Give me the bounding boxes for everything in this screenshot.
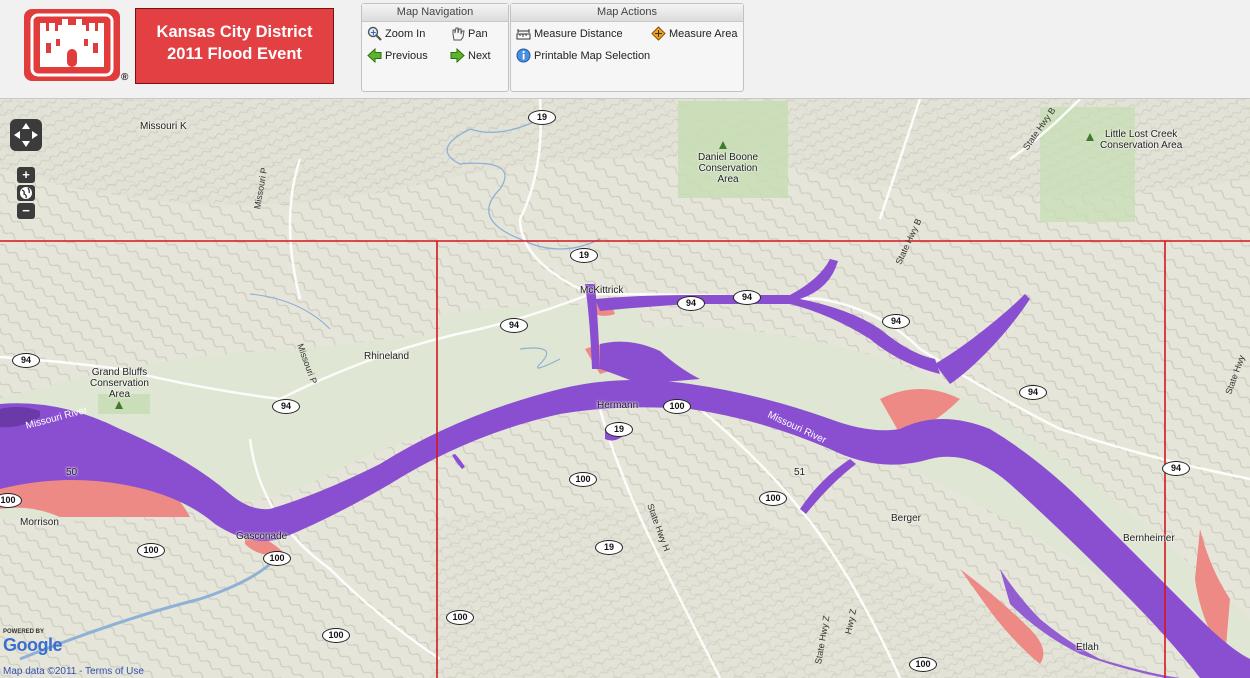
route-shield-100: 100 — [569, 472, 597, 487]
previous-label: Previous — [385, 49, 428, 62]
label-hermann: Hermann — [597, 400, 639, 411]
map-canvas — [0, 99, 1250, 678]
label-51: 51 — [794, 467, 806, 478]
route-shield-94: 94 — [500, 318, 528, 333]
route-shield-100: 100 — [322, 628, 350, 643]
route-shield-100: 100 — [263, 551, 291, 566]
printable-map-tool[interactable]: Printable Map Selection — [516, 48, 650, 63]
map-actions-panel: Map Actions Measure Distance Measure Are… — [510, 3, 744, 92]
measure-area-label: Measure Area — [669, 27, 738, 40]
route-shield-19: 19 — [570, 248, 598, 263]
route-shield-94: 94 — [882, 314, 910, 329]
hand-icon — [450, 26, 465, 41]
pan-control[interactable] — [8, 117, 44, 153]
svg-text:+: + — [370, 28, 377, 37]
route-shield-94: 94 — [733, 290, 761, 305]
next-tool[interactable]: Next — [450, 47, 491, 64]
zoom-in-tool[interactable]: + Zoom In — [367, 26, 425, 41]
label-mckittrick: McKittrick — [580, 285, 624, 296]
route-shield-19: 19 — [605, 422, 633, 437]
header: ® Kansas City District 2011 Flood Event … — [0, 0, 1250, 99]
title-line-2: 2011 Flood Event — [167, 45, 302, 63]
label-berger: Berger — [891, 513, 922, 524]
title-line-1: Kansas City District — [156, 23, 313, 41]
route-shield-94: 94 — [1019, 385, 1047, 400]
label-daniel-boone: Daniel Boone Conservation Area — [698, 152, 759, 185]
route-shield-94: 94 — [1162, 461, 1190, 476]
label-missouri-k: Missouri K — [140, 121, 187, 132]
route-shield-94: 94 — [272, 399, 300, 414]
route-shield-19: 19 — [595, 540, 623, 555]
zoom-out-button[interactable]: − — [17, 203, 35, 219]
route-shield-94: 94 — [677, 296, 705, 311]
label-grand-bluffs: Grand Bluffs Conservation Area — [90, 367, 149, 400]
arrow-right-icon — [450, 47, 465, 64]
measure-distance-tool[interactable]: Measure Distance — [516, 26, 623, 41]
label-50: 50 — [66, 467, 78, 478]
globe-icon[interactable] — [17, 185, 35, 201]
flood-map[interactable]: Missouri K Missouri P Missouri P Daniel … — [0, 99, 1250, 678]
route-shield-100: 100 — [446, 610, 474, 625]
google-wordmark: Google — [3, 635, 63, 655]
next-label: Next — [468, 49, 491, 62]
route-shield-94: 94 — [12, 353, 40, 368]
label-rhineland: Rhineland — [364, 351, 410, 362]
previous-tool[interactable]: Previous — [367, 47, 428, 64]
google-logo[interactable]: POWERED BY Google — [3, 629, 63, 656]
label-gasconade: Gasconade — [236, 531, 288, 542]
pan-label: Pan — [468, 27, 488, 40]
route-shield-100: 100 — [759, 491, 787, 506]
measure-area-tool[interactable]: Measure Area — [651, 26, 737, 41]
route-shield-100: 100 — [909, 657, 937, 672]
label-little-lost-creek: Little Lost Creek Conservation Area — [1100, 129, 1183, 151]
ruler-icon — [516, 26, 531, 41]
printable-map-label: Printable Map Selection — [534, 49, 651, 62]
map-attribution[interactable]: Map data ©2011 - Terms of Use — [3, 666, 144, 677]
zoom-control: + − — [17, 167, 35, 223]
registered-mark: ® — [121, 72, 129, 83]
route-shield-100: 100 — [137, 543, 165, 558]
map-navigation-panel: Map Navigation + Zoom In Pan Previous Ne… — [361, 3, 509, 92]
pan-tool[interactable]: Pan — [450, 26, 488, 41]
magnifier-icon: + — [367, 26, 382, 41]
label-morrison: Morrison — [20, 517, 59, 528]
map-navigation-title: Map Navigation — [362, 4, 508, 22]
zoom-in-label: Zoom In — [385, 27, 426, 40]
area-icon — [651, 26, 666, 41]
measure-distance-label: Measure Distance — [534, 27, 623, 40]
map-actions-title: Map Actions — [511, 4, 743, 22]
zoom-in-button[interactable]: + — [17, 167, 35, 183]
arrow-left-icon — [367, 47, 382, 64]
route-shield-100: 100 — [663, 399, 691, 414]
usace-castle-logo — [24, 9, 120, 81]
info-icon — [516, 48, 531, 63]
label-etlah: Etlah — [1076, 642, 1099, 653]
district-title: Kansas City District 2011 Flood Event — [135, 8, 334, 84]
route-shield-19: 19 — [528, 110, 556, 125]
label-bernheimer: Bernheimer — [1123, 533, 1175, 544]
